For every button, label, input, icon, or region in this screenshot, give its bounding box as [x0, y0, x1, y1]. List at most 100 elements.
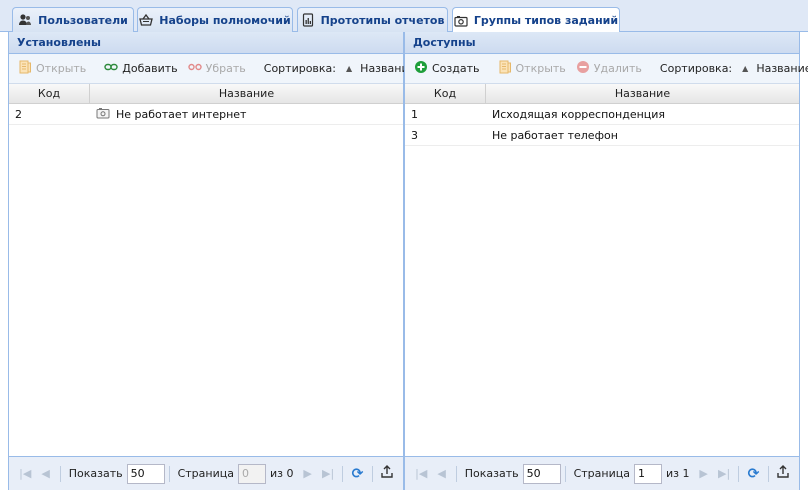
pager-separator [371, 465, 373, 482]
available-toolbar: Создать Открыть Удалить Сортировка: ▲ На… [405, 54, 808, 84]
available-panel: Доступны Создать Открыть Удалить Сортиро… [404, 32, 808, 490]
pager-separator [59, 465, 61, 482]
pager-separator [342, 465, 344, 482]
prev-page-icon: ◀ [41, 467, 50, 480]
tab-permission-sets[interactable]: Наборы полномочий [137, 7, 293, 32]
add-label: Добавить [122, 62, 178, 75]
basket-icon [139, 13, 154, 27]
open-button[interactable]: Открыть [13, 58, 91, 80]
minus-circle-icon [576, 60, 590, 77]
tab-label: Прототипы отчетов [320, 13, 445, 27]
column-header-code[interactable]: Код [405, 84, 486, 103]
table-row[interactable]: 2 Не работает интернет [9, 104, 403, 125]
link-icon [104, 62, 118, 75]
sort-asc-icon: ▲ [742, 64, 749, 73]
users-icon [18, 13, 32, 27]
unlink-icon [187, 62, 202, 75]
installed-pager: |◀ ◀ Показать Страница из 0 ▶ ▶| ⟳ [9, 456, 403, 490]
remove-label: Убрать [205, 62, 246, 75]
export-button[interactable] [773, 463, 793, 485]
export-button[interactable] [377, 463, 397, 485]
sort-value: Название [756, 62, 808, 75]
cell-code: 3 [411, 128, 418, 142]
available-grid-body: 1 Исходящая корреспонденция 3 Не работае… [405, 104, 799, 456]
first-page-button[interactable]: |◀ [15, 463, 35, 485]
remove-button[interactable]: Убрать [183, 58, 251, 80]
first-page-icon: |◀ [19, 467, 32, 480]
open-document-icon [18, 60, 32, 77]
refresh-button[interactable]: ⟳ [743, 463, 763, 485]
page-number-input[interactable] [237, 463, 266, 484]
refresh-button[interactable]: ⟳ [347, 463, 367, 485]
tab-label: Группы типов заданий [473, 14, 619, 27]
cell-code: 2 [15, 107, 22, 121]
open-label: Открыть [515, 62, 566, 75]
cell-name: Не работает телефон [492, 128, 618, 142]
page-size-input[interactable] [126, 463, 165, 484]
next-page-button[interactable]: ▶ [297, 463, 317, 485]
open-label: Открыть [36, 62, 87, 75]
first-page-icon: |◀ [415, 467, 428, 480]
export-icon [380, 464, 394, 483]
page-count-label: из 0 [269, 467, 294, 480]
tab-report-prototypes[interactable]: Прототипы отчетов [297, 7, 448, 32]
sort-by-name-button[interactable]: ▲ Название [737, 58, 808, 80]
show-label: Показать [464, 467, 519, 480]
add-button[interactable]: Добавить [99, 58, 182, 80]
tab-label: Пользователи [38, 13, 128, 27]
next-page-icon: ▶ [699, 467, 708, 480]
installed-toolbar: Открыть Добавить Убрать Сортировка: ▲ На… [9, 54, 415, 84]
page-size-input[interactable] [522, 463, 561, 484]
installed-panel: Установлены Открыть Добавить Убрать Сорт… [8, 32, 415, 490]
delete-button[interactable]: Удалить [571, 58, 647, 80]
pager-separator [455, 465, 457, 482]
column-header-name[interactable]: Название [486, 84, 799, 103]
refresh-icon: ⟳ [747, 465, 760, 482]
open-button[interactable]: Открыть [493, 58, 571, 80]
table-row[interactable]: 3 Не работает телефон [405, 125, 799, 146]
cell-code: 1 [411, 107, 418, 121]
page-number-input[interactable] [633, 463, 662, 484]
show-label: Показать [68, 467, 123, 480]
panel-title: Доступны [405, 32, 799, 54]
first-page-button[interactable]: |◀ [411, 463, 431, 485]
delete-label: Удалить [593, 62, 642, 75]
page-count-label: из 1 [665, 467, 690, 480]
next-page-button[interactable]: ▶ [693, 463, 713, 485]
installed-grid-body: 2 Не работает интернет [9, 104, 403, 456]
prev-page-button[interactable]: ◀ [35, 463, 55, 485]
available-pager: |◀ ◀ Показать Страница из 1 ▶ ▶| ⟳ [405, 456, 799, 490]
tab-users[interactable]: Пользователи [12, 7, 134, 32]
cell-name: Не работает интернет [90, 107, 403, 122]
prev-page-button[interactable]: ◀ [431, 463, 451, 485]
panel-title: Установлены [9, 32, 403, 54]
last-page-icon: ▶| [718, 467, 731, 480]
report-icon [301, 13, 315, 27]
tab-task-type-groups[interactable]: Группы типов заданий [452, 7, 620, 33]
create-button[interactable]: Создать [409, 58, 485, 80]
table-row[interactable]: 1 Исходящая корреспонденция [405, 104, 799, 125]
grid-header: Код Название [405, 84, 799, 104]
last-page-icon: ▶| [322, 467, 335, 480]
column-header-code[interactable]: Код [9, 84, 90, 103]
pager-separator [168, 465, 170, 482]
sort-label: Сортировка: [659, 62, 733, 75]
prev-page-icon: ◀ [437, 467, 446, 480]
open-document-icon [498, 60, 512, 77]
export-icon [776, 464, 790, 483]
last-page-button[interactable]: ▶| [318, 463, 338, 485]
pager-separator [738, 465, 740, 482]
tab-label: Наборы полномочий [159, 13, 291, 27]
row-name-text: Не работает интернет [116, 107, 247, 121]
camera-folder-icon [454, 14, 468, 28]
pager-separator [767, 465, 769, 482]
page-label: Страница [573, 467, 630, 480]
cell-name: Исходящая корреспонденция [492, 107, 666, 121]
sort-asc-icon: ▲ [346, 64, 353, 73]
create-label: Создать [432, 62, 480, 75]
column-header-name[interactable]: Название [90, 84, 403, 103]
camera-folder-icon [96, 107, 110, 122]
tab-strip: Пользователи Наборы полномочий Прототипы… [0, 0, 808, 33]
last-page-button[interactable]: ▶| [714, 463, 734, 485]
sort-label: Сортировка: [263, 62, 337, 75]
